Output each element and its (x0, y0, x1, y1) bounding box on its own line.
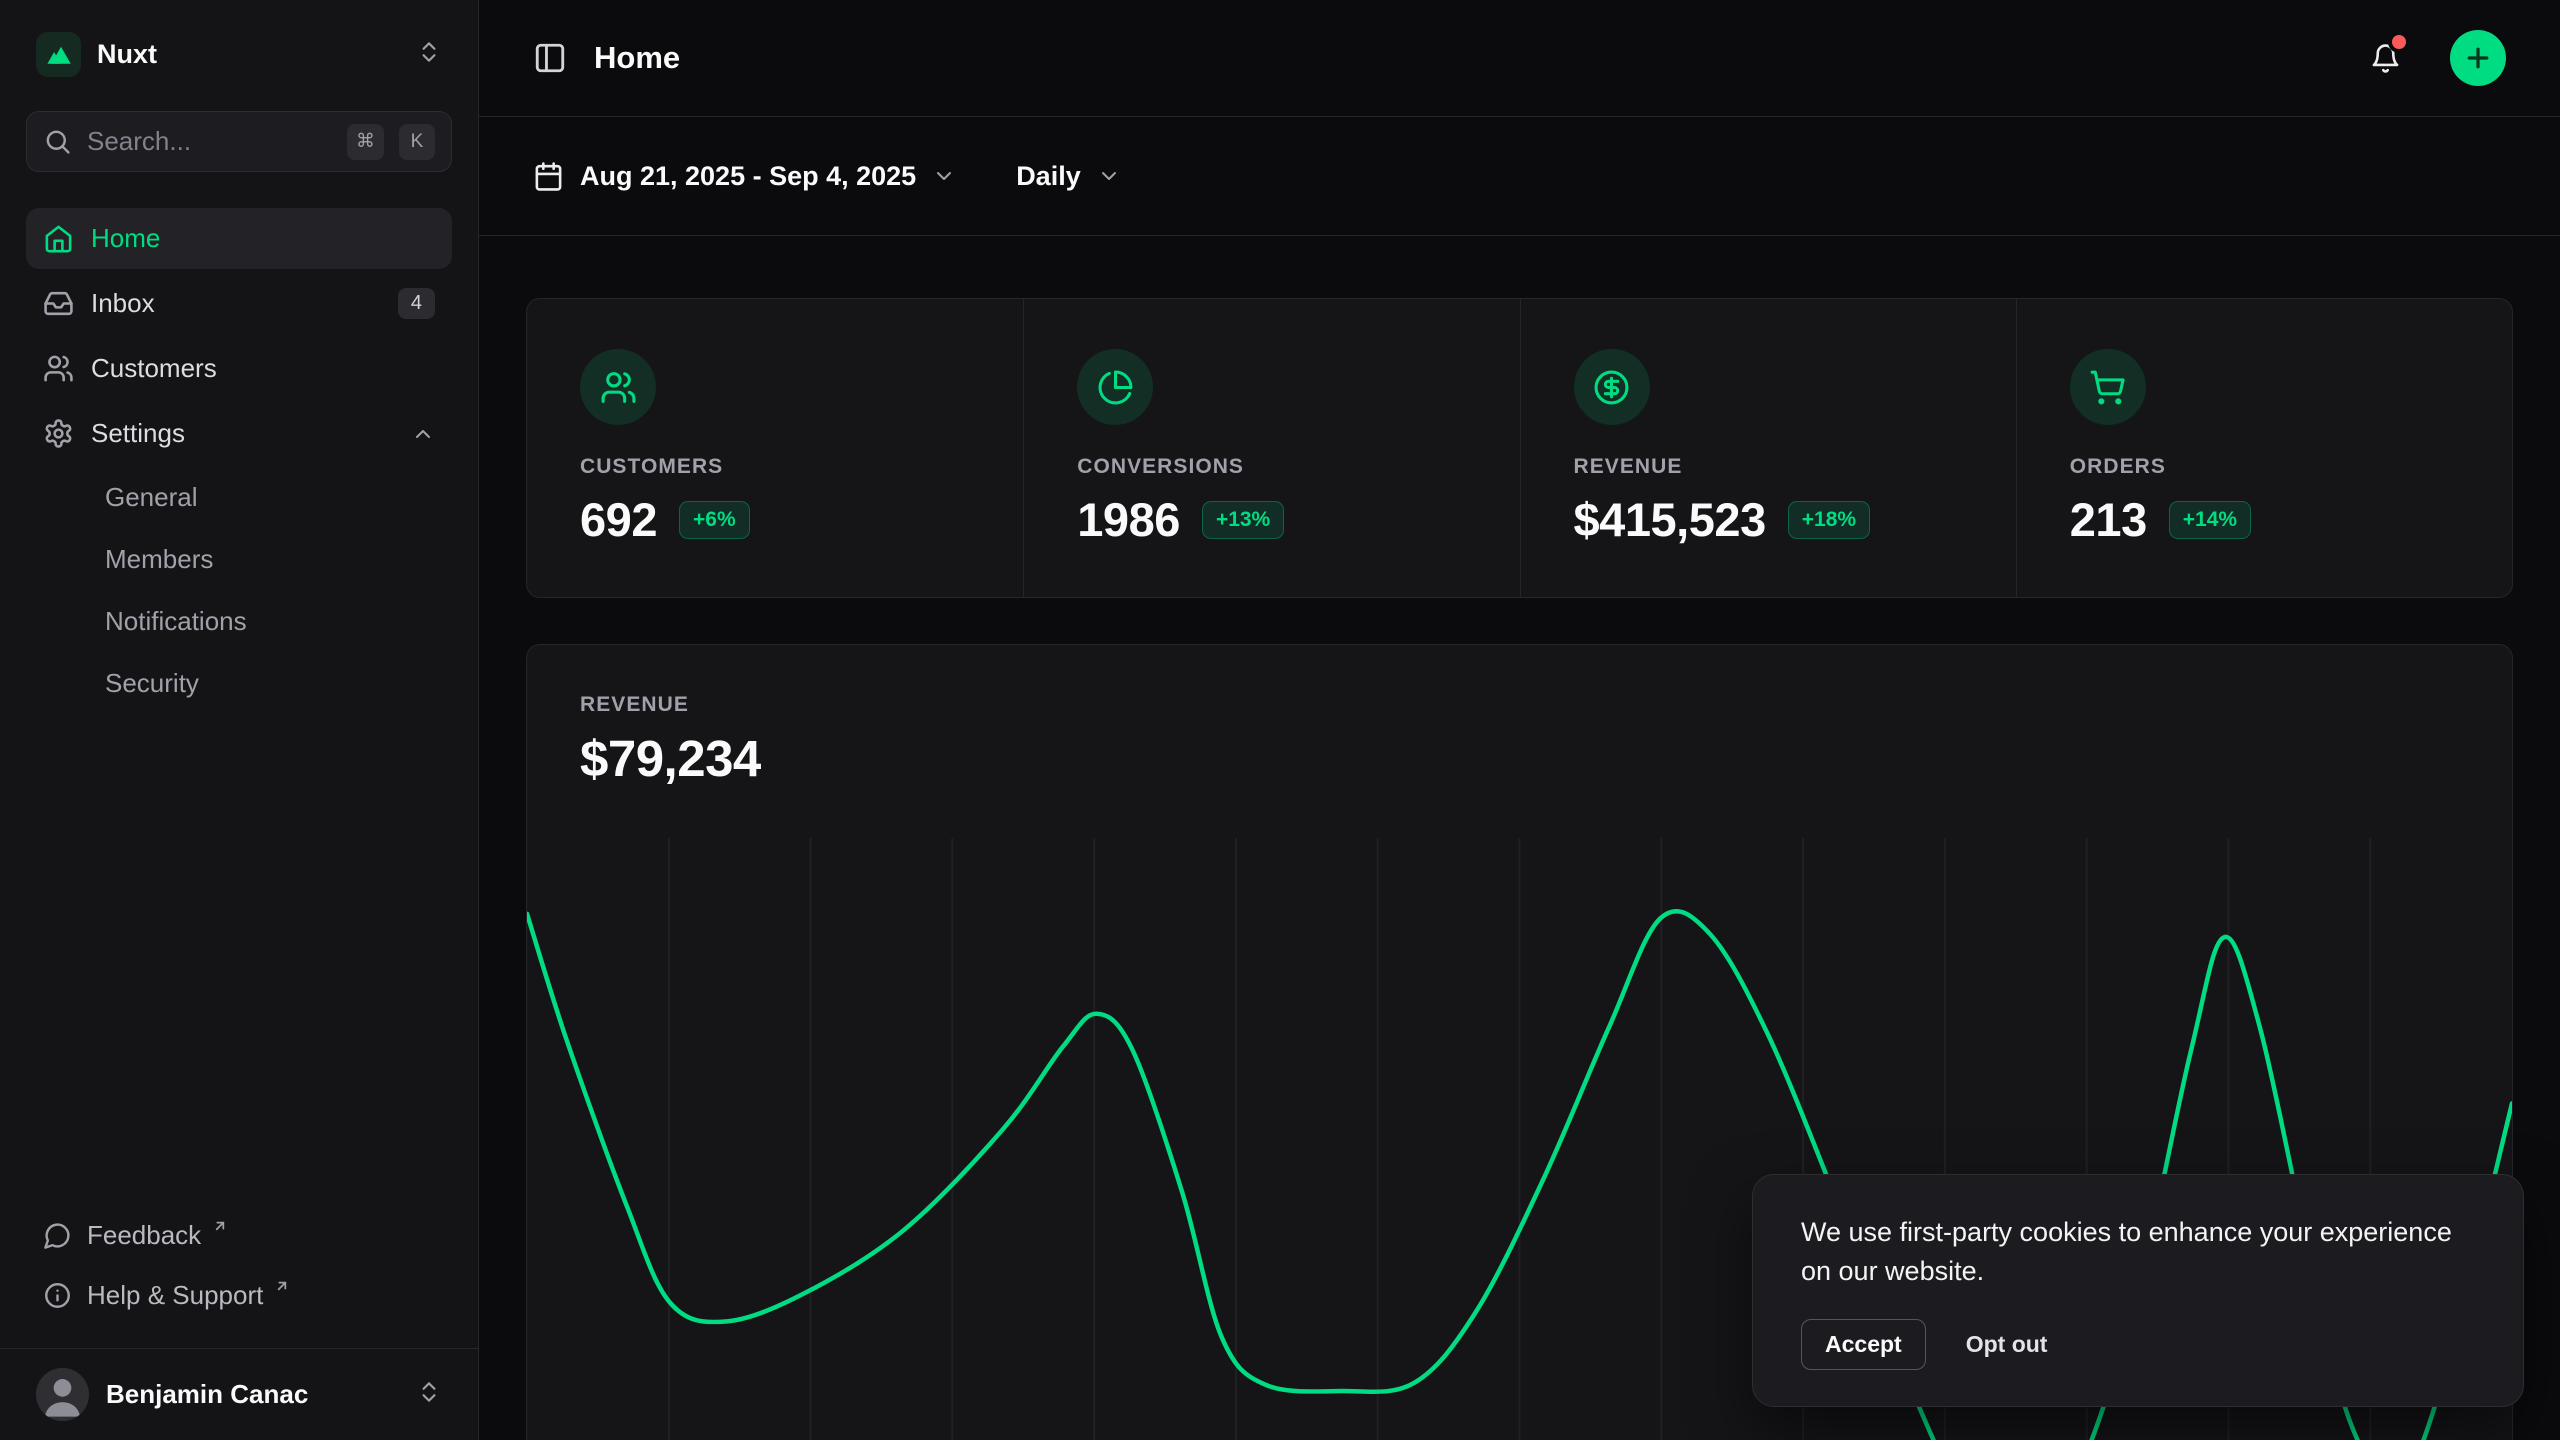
workspace-switcher[interactable]: Nuxt (26, 24, 452, 85)
page-title: Home (594, 40, 680, 76)
chevrons-up-down-icon (416, 39, 442, 70)
stat-value: 1986 (1077, 492, 1180, 547)
stat-value: 213 (2070, 492, 2147, 547)
sidebar-item-label: Home (91, 223, 160, 254)
user-menu[interactable]: Benjamin Canac (26, 1362, 452, 1427)
nuxt-logo-icon (36, 32, 81, 77)
circle-dollar-icon (1574, 349, 1650, 425)
stat-label: CUSTOMERS (580, 455, 970, 479)
sidebar-item-settings[interactable]: Settings (26, 403, 452, 464)
stat-orders[interactable]: ORDERS 213 +14% (2016, 299, 2512, 597)
sidebar-item-label: Settings (91, 418, 185, 449)
stat-conversions[interactable]: CONVERSIONS 1986 +13% (1023, 299, 1519, 597)
filters-toolbar: Aug 21, 2025 - Sep 4, 2025 Daily (479, 117, 2560, 236)
user-name: Benjamin Canac (106, 1379, 308, 1410)
stat-revenue[interactable]: REVENUE $415,523 +18% (1520, 299, 2016, 597)
revenue-chart-value: $79,234 (580, 729, 2459, 788)
gear-icon (43, 418, 74, 449)
sidebar-item-notifications[interactable]: Notifications (26, 592, 452, 650)
plus-icon (2463, 43, 2493, 73)
search-box[interactable]: ⌘ K (26, 111, 452, 172)
stat-value: $415,523 (1574, 492, 1766, 547)
help-support-label: Help & Support (87, 1280, 263, 1311)
stat-customers[interactable]: CUSTOMERS 692 +6% (527, 299, 1023, 597)
page-header: Home (479, 0, 2560, 117)
sidebar-item-customers[interactable]: Customers (26, 338, 452, 399)
cookie-message: We use first-party cookies to enhance yo… (1801, 1213, 2475, 1291)
pie-chart-icon (1077, 349, 1153, 425)
revenue-chart-label: REVENUE (580, 693, 2459, 717)
sidebar-footer: Feedback Help & Support (26, 1206, 452, 1338)
kbd-k: K (399, 124, 435, 160)
stat-delta-badge: +6% (679, 501, 750, 539)
stats-cards: CUSTOMERS 692 +6% CONVERSIONS 1986 +13% (526, 298, 2513, 598)
kbd-cmd: ⌘ (347, 124, 384, 160)
search-icon (43, 127, 72, 156)
calendar-icon (533, 161, 564, 192)
date-range-picker[interactable]: Aug 21, 2025 - Sep 4, 2025 (533, 161, 956, 192)
message-bubble-icon (43, 1221, 72, 1250)
stat-delta-badge: +18% (1788, 501, 1870, 539)
chevron-down-icon (932, 164, 956, 188)
sidebar-item-general[interactable]: General (26, 468, 452, 526)
sidebar-item-inbox[interactable]: Inbox 4 (26, 273, 452, 334)
home-icon (43, 223, 74, 254)
stat-value: 692 (580, 492, 657, 547)
notification-dot (2392, 35, 2406, 49)
cookie-banner: We use first-party cookies to enhance yo… (1752, 1174, 2524, 1407)
granularity-label: Daily (1016, 161, 1081, 192)
help-support-link[interactable]: Help & Support (26, 1266, 452, 1324)
date-range-label: Aug 21, 2025 - Sep 4, 2025 (580, 161, 916, 192)
workspace-name: Nuxt (97, 39, 157, 70)
stat-label: ORDERS (2070, 455, 2459, 479)
chevron-up-icon (411, 422, 435, 446)
sidebar-item-home[interactable]: Home (26, 208, 452, 269)
sidebar-item-members[interactable]: Members (26, 530, 452, 588)
sidebar: Nuxt ⌘ K Home Inbox 4 (0, 0, 479, 1440)
panel-left-icon (533, 41, 567, 75)
cookie-optout-button[interactable]: Opt out (1962, 1320, 2052, 1369)
feedback-label: Feedback (87, 1220, 201, 1251)
sidebar-item-label: Inbox (91, 288, 155, 319)
granularity-select[interactable]: Daily (1016, 161, 1121, 192)
external-link-icon (212, 1218, 228, 1234)
chevrons-up-down-icon (416, 1379, 442, 1410)
chevron-down-icon (1097, 164, 1121, 188)
external-link-icon (274, 1278, 290, 1294)
cookie-accept-button[interactable]: Accept (1801, 1319, 1926, 1370)
search-input[interactable] (87, 126, 332, 157)
sidebar-toggle-button[interactable] (533, 41, 567, 75)
shopping-cart-icon (2070, 349, 2146, 425)
stat-label: REVENUE (1574, 455, 1963, 479)
feedback-link[interactable]: Feedback (26, 1206, 452, 1264)
users-icon (43, 353, 74, 384)
notifications-button[interactable] (2361, 34, 2409, 82)
user-section: Benjamin Canac (0, 1348, 478, 1440)
sidebar-item-security[interactable]: Security (26, 654, 452, 712)
users-icon (580, 349, 656, 425)
sidebar-item-label: Customers (91, 353, 217, 384)
avatar (36, 1368, 89, 1421)
stat-label: CONVERSIONS (1077, 455, 1466, 479)
info-circle-icon (43, 1281, 72, 1310)
stat-delta-badge: +14% (2169, 501, 2251, 539)
stat-delta-badge: +13% (1202, 501, 1284, 539)
add-button[interactable] (2450, 30, 2506, 86)
inbox-count-badge: 4 (398, 288, 435, 319)
sidebar-nav: Home Inbox 4 Customers Settings (26, 208, 452, 712)
inbox-icon (43, 288, 74, 319)
